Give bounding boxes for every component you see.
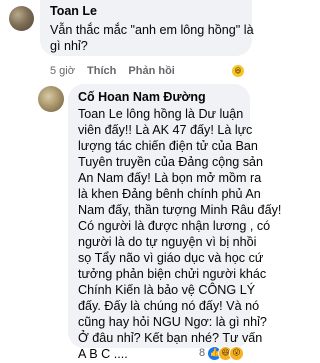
comment-text-line: Nam đấy, thần tượng Minh Râu đấy!: [78, 203, 282, 217]
comment-meta: 5 giờ Thích Phản hồi: [50, 65, 184, 78]
like-button[interactable]: Thích: [87, 65, 116, 77]
avatar[interactable]: [38, 86, 64, 112]
comment-text-line: viên đấy!! Là AK 47 đấy! Là lực: [78, 123, 253, 137]
reply-button[interactable]: Phản hồi: [128, 65, 174, 77]
reaction-count[interactable]: 8: [199, 347, 205, 359]
comment-text-line: An Nam đấy! Là bọn mở mồm ra: [78, 171, 262, 185]
comment-text-line: người là do tự nguyện vì bị nhồi: [78, 235, 257, 249]
comment-text-line: Có người là được nhận lương , có: [78, 219, 271, 233]
comment-time[interactable]: 5 giờ: [50, 65, 75, 77]
haha-emoji-icon[interactable]: 😆: [232, 65, 244, 77]
comment-author[interactable]: Toan Le: [50, 4, 97, 18]
comment-text-line: Tuyên truyền của Đảng cộng sản: [78, 155, 264, 169]
comment-text-line: là khen Đảng bênh chính phủ An: [78, 187, 261, 201]
comment-text-line: Chính Kiến là bảo vệ CÔNG LÝ: [78, 283, 256, 297]
comment-text-line: tưởng phản biện chửi người khác: [78, 267, 267, 281]
comment-text-line: Ở đâu nhỉ? Kết bạn nhé? Tư vấn: [78, 331, 263, 345]
comment-text-line: đấy. Đấy là chúng nó đấy! Và nó: [78, 299, 260, 313]
comment-text-line: A B C ....: [78, 347, 128, 361]
comment-text-line: Vẫn thắc mắc "anh em lông hồng" là: [50, 23, 254, 37]
comment-author[interactable]: Cố Hoan Nam Đường: [78, 90, 206, 104]
comment-text-line: cũng hay hỏi NGU Ngơ: là gì nhỉ?: [78, 315, 267, 329]
avatar[interactable]: [9, 6, 34, 31]
wow-reaction-icon: 😮: [229, 345, 244, 361]
reaction-summary[interactable]: 👍 😆 😮: [207, 345, 244, 361]
comment-text-line: Toan Le lông hồng là Dư luận: [78, 107, 244, 121]
comment-text-line: sọ Tẩy não vì giáo dục và học cứ: [78, 251, 264, 265]
comment-text-line: lượng tác chiến điện tử của Ban: [78, 139, 258, 153]
comment-text-line: gì nhỉ?: [50, 39, 88, 53]
